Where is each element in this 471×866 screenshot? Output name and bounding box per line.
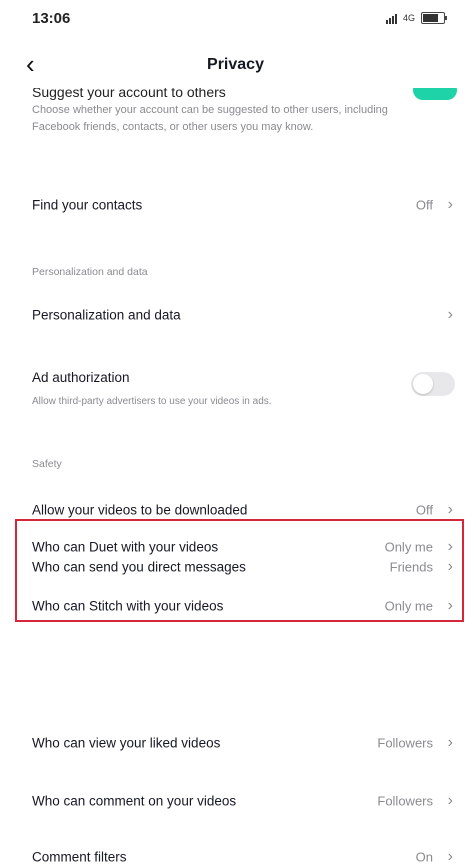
status-bar: 13:06 4G: [0, 0, 471, 44]
suggest-account-description: Choose whether your account can be sugge…: [32, 104, 388, 133]
status-time: 13:06: [32, 10, 71, 27]
row-value: Off: [415, 197, 433, 213]
row-value: Followers: [377, 735, 433, 751]
nav-bar: ‹ Privacy: [0, 44, 471, 88]
chevron-right-icon: ›: [447, 501, 453, 518]
battery-icon: [421, 12, 447, 24]
row-label: Comment filters: [32, 849, 127, 865]
ad-authorization-title: Ad authorization: [32, 370, 130, 385]
ad-authorization-description: Allow third-party advertisers to use you…: [32, 396, 272, 407]
settings-list[interactable]: Suggest your account to others Choose wh…: [0, 80, 471, 866]
row-value: Off: [415, 502, 433, 518]
liked-videos-row[interactable]: Who can view your liked videos Followers…: [0, 714, 471, 772]
chevron-right-icon: ›: [447, 196, 453, 213]
chevron-right-icon: ›: [447, 734, 453, 751]
find-contacts-row[interactable]: Find your contacts Off ›: [0, 176, 471, 234]
signal-icon: [385, 13, 397, 24]
comment-filters-row[interactable]: Comment filters On ›: [0, 828, 471, 866]
row-value: Followers: [377, 793, 433, 809]
chevron-right-icon: ›: [447, 792, 453, 809]
toggle-knob: [413, 374, 433, 394]
row-value: On: [415, 849, 433, 865]
ad-authorization-toggle[interactable]: [411, 372, 455, 396]
status-icons: 4G: [385, 12, 447, 24]
row-label: Personalization and data: [32, 307, 181, 323]
personalization-row[interactable]: Personalization and data ›: [0, 286, 471, 344]
comment-row[interactable]: Who can comment on your videos Followers…: [0, 772, 471, 830]
row-label: Allow your videos to be downloaded: [32, 502, 248, 518]
section-header-safety: Safety: [32, 458, 62, 470]
section-header-personalization: Personalization and data: [32, 266, 148, 278]
chevron-right-icon: ›: [447, 848, 453, 865]
network-label: 4G: [402, 13, 415, 23]
row-label: Find your contacts: [32, 197, 143, 213]
page-title: Privacy: [207, 56, 264, 73]
chevron-right-icon: ›: [447, 306, 453, 323]
ad-authorization-row[interactable]: Ad authorization Allow third-party adver…: [0, 362, 471, 420]
highlight-box: [15, 519, 464, 622]
row-label: Who can view your liked videos: [32, 735, 221, 751]
row-label: Who can comment on your videos: [32, 793, 237, 809]
